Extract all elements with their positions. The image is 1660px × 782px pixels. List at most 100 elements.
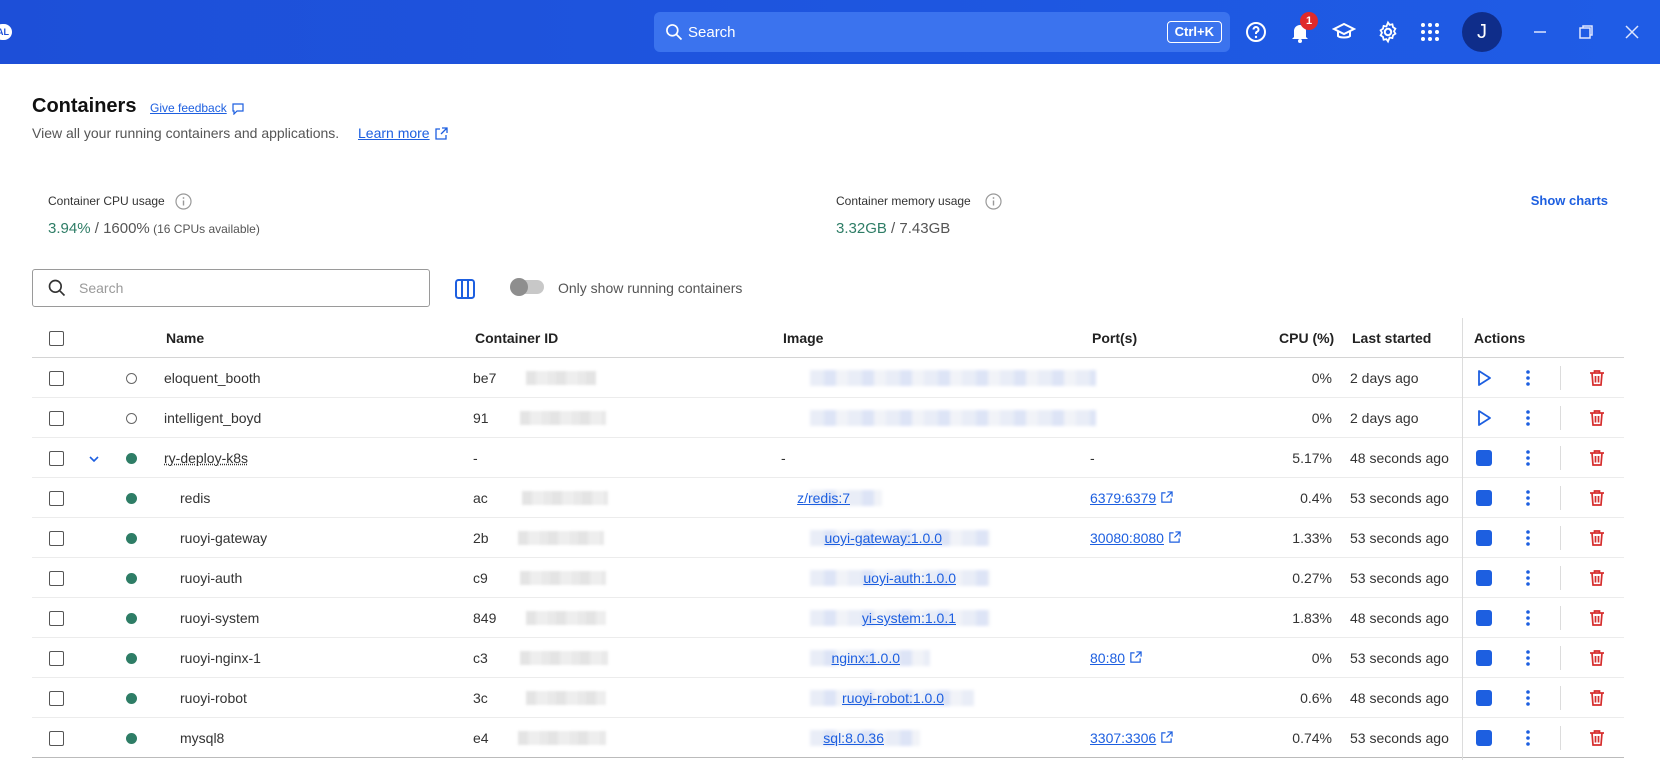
more-options-icon[interactable] — [1518, 448, 1538, 468]
container-image-link[interactable]: z/redis:7 — [797, 478, 850, 518]
table-row[interactable]: intelligent_boyd 91 0% 2 days ago — [32, 398, 1624, 438]
more-options-icon[interactable] — [1518, 608, 1538, 628]
stop-button[interactable] — [1476, 490, 1492, 506]
row-checkbox[interactable] — [49, 411, 64, 426]
container-image-link[interactable]: yi-system:1.0.1 — [862, 598, 956, 638]
container-name[interactable]: ry-deploy-k8s — [164, 438, 248, 478]
trash-icon[interactable] — [1587, 568, 1607, 588]
chevron-down-icon[interactable] — [87, 452, 101, 466]
container-name[interactable]: redis — [180, 478, 210, 518]
stop-button[interactable] — [1476, 530, 1492, 546]
maximize-icon[interactable] — [1574, 20, 1598, 44]
more-options-icon[interactable] — [1518, 408, 1538, 428]
container-image-link[interactable]: uoyi-auth:1.0.0 — [863, 558, 956, 598]
table-row[interactable]: ruoyi-gateway 2b uoyi-gateway:1.0.0 30080:8… — [32, 518, 1624, 558]
table-row[interactable]: ry-deploy-k8s - - - 5.17% 48 seconds ago — [32, 438, 1624, 478]
container-name[interactable]: ruoyi-gateway — [180, 518, 267, 558]
more-options-icon[interactable] — [1518, 528, 1538, 548]
trash-icon[interactable] — [1587, 448, 1607, 468]
table-row[interactable]: ruoyi-robot 3c ruoyi-robot:1.0.0 0.6% 48 sec… — [32, 678, 1624, 718]
info-icon[interactable] — [985, 193, 1002, 210]
running-only-toggle[interactable] — [510, 278, 544, 296]
more-options-icon[interactable] — [1518, 488, 1538, 508]
more-options-icon[interactable] — [1518, 368, 1538, 388]
trash-icon[interactable] — [1587, 688, 1607, 708]
column-image[interactable]: Image — [783, 318, 823, 358]
help-icon[interactable] — [1244, 20, 1268, 44]
container-search-input[interactable]: Search — [32, 269, 430, 307]
table-row[interactable]: ruoyi-system 849 yi-system:1.0.1 1.83% 48 se… — [32, 598, 1624, 638]
column-container-id[interactable]: Container ID — [475, 318, 558, 358]
container-image-link[interactable]: ruoyi-robot:1.0.0 — [842, 678, 944, 718]
table-row[interactable]: eloquent_booth be7 0% 2 days ago — [32, 358, 1624, 398]
trash-icon[interactable] — [1587, 728, 1607, 748]
container-image-link[interactable]: sql:8.0.36 — [823, 718, 884, 758]
container-name[interactable]: intelligent_boyd — [164, 398, 261, 438]
external-link-icon[interactable] — [1160, 731, 1173, 744]
table-row[interactable]: ruoyi-nginx-1 c3 nginx:1.0.0 80:80 0% 53 seco… — [32, 638, 1624, 678]
stop-button[interactable] — [1476, 570, 1492, 586]
feedback-icon[interactable] — [232, 103, 244, 115]
table-row[interactable]: mysql8 e4 sql:8.0.36 3307:3306 0.74% 53 secon… — [32, 718, 1624, 758]
close-icon[interactable] — [1620, 20, 1644, 44]
column-last-started[interactable]: Last started — [1352, 318, 1431, 358]
columns-icon[interactable] — [453, 277, 477, 301]
more-options-icon[interactable] — [1518, 688, 1538, 708]
external-link-icon[interactable] — [434, 127, 448, 141]
stop-button[interactable] — [1476, 690, 1492, 706]
container-image-link[interactable]: uoyi-gateway:1.0.0 — [824, 518, 942, 558]
learn-more-link[interactable]: Learn more — [358, 125, 430, 141]
learning-center-icon[interactable] — [1332, 20, 1356, 44]
trash-icon[interactable] — [1587, 408, 1607, 428]
column-ports[interactable]: Port(s) — [1092, 318, 1137, 358]
container-name[interactable]: ruoyi-auth — [180, 558, 242, 598]
more-options-icon[interactable] — [1518, 648, 1538, 668]
row-checkbox[interactable] — [49, 571, 64, 586]
stop-button[interactable] — [1476, 450, 1492, 466]
row-checkbox[interactable] — [49, 691, 64, 706]
row-checkbox[interactable] — [49, 451, 64, 466]
play-icon[interactable] — [1474, 368, 1494, 388]
container-image-link[interactable]: nginx:1.0.0 — [832, 638, 901, 678]
port-mapping[interactable]: 6379:6379 — [1090, 478, 1173, 518]
row-checkbox[interactable] — [49, 491, 64, 506]
port-mapping[interactable]: 80:80 — [1090, 638, 1142, 678]
minimize-icon[interactable] — [1528, 20, 1552, 44]
trash-icon[interactable] — [1587, 368, 1607, 388]
external-link-icon[interactable] — [1129, 651, 1142, 664]
apps-grid-icon[interactable] — [1418, 20, 1442, 44]
trash-icon[interactable] — [1587, 608, 1607, 628]
stop-button[interactable] — [1476, 610, 1492, 626]
table-row[interactable]: ruoyi-auth c9 uoyi-auth:1.0.0 0.27% 53 secon… — [32, 558, 1624, 598]
gear-icon[interactable] — [1376, 20, 1400, 44]
port-mapping[interactable]: 30080:8080 — [1090, 518, 1181, 558]
trash-icon[interactable] — [1587, 528, 1607, 548]
trash-icon[interactable] — [1587, 648, 1607, 668]
give-feedback-link[interactable]: Give feedback — [150, 101, 227, 115]
port-link[interactable]: 30080:8080 — [1090, 530, 1164, 546]
container-name[interactable]: ruoyi-system — [180, 598, 259, 638]
external-link-icon[interactable] — [1168, 531, 1181, 544]
container-name[interactable]: eloquent_booth — [164, 358, 261, 398]
global-search[interactable]: Search Ctrl+K — [654, 12, 1230, 52]
stop-button[interactable] — [1476, 730, 1492, 746]
container-name[interactable]: mysql8 — [180, 718, 224, 758]
stop-button[interactable] — [1476, 650, 1492, 666]
more-options-icon[interactable] — [1518, 728, 1538, 748]
show-charts-button[interactable]: Show charts — [1531, 193, 1608, 208]
container-name[interactable]: ruoyi-robot — [180, 678, 247, 718]
column-cpu[interactable]: CPU (%) — [1279, 318, 1334, 358]
row-checkbox[interactable] — [49, 651, 64, 666]
more-options-icon[interactable] — [1518, 568, 1538, 588]
port-link[interactable]: 80:80 — [1090, 650, 1125, 666]
row-checkbox[interactable] — [49, 531, 64, 546]
table-row[interactable]: redis ac z/redis:7 6379:6379 0.4% 53 seconds … — [32, 478, 1624, 518]
row-checkbox[interactable] — [49, 731, 64, 746]
select-all-checkbox[interactable] — [49, 331, 64, 346]
container-name[interactable]: ruoyi-nginx-1 — [180, 638, 261, 678]
port-mapping[interactable]: 3307:3306 — [1090, 718, 1173, 758]
port-link[interactable]: 6379:6379 — [1090, 490, 1156, 506]
row-checkbox[interactable] — [49, 371, 64, 386]
play-icon[interactable] — [1474, 408, 1494, 428]
column-name[interactable]: Name — [166, 318, 204, 358]
